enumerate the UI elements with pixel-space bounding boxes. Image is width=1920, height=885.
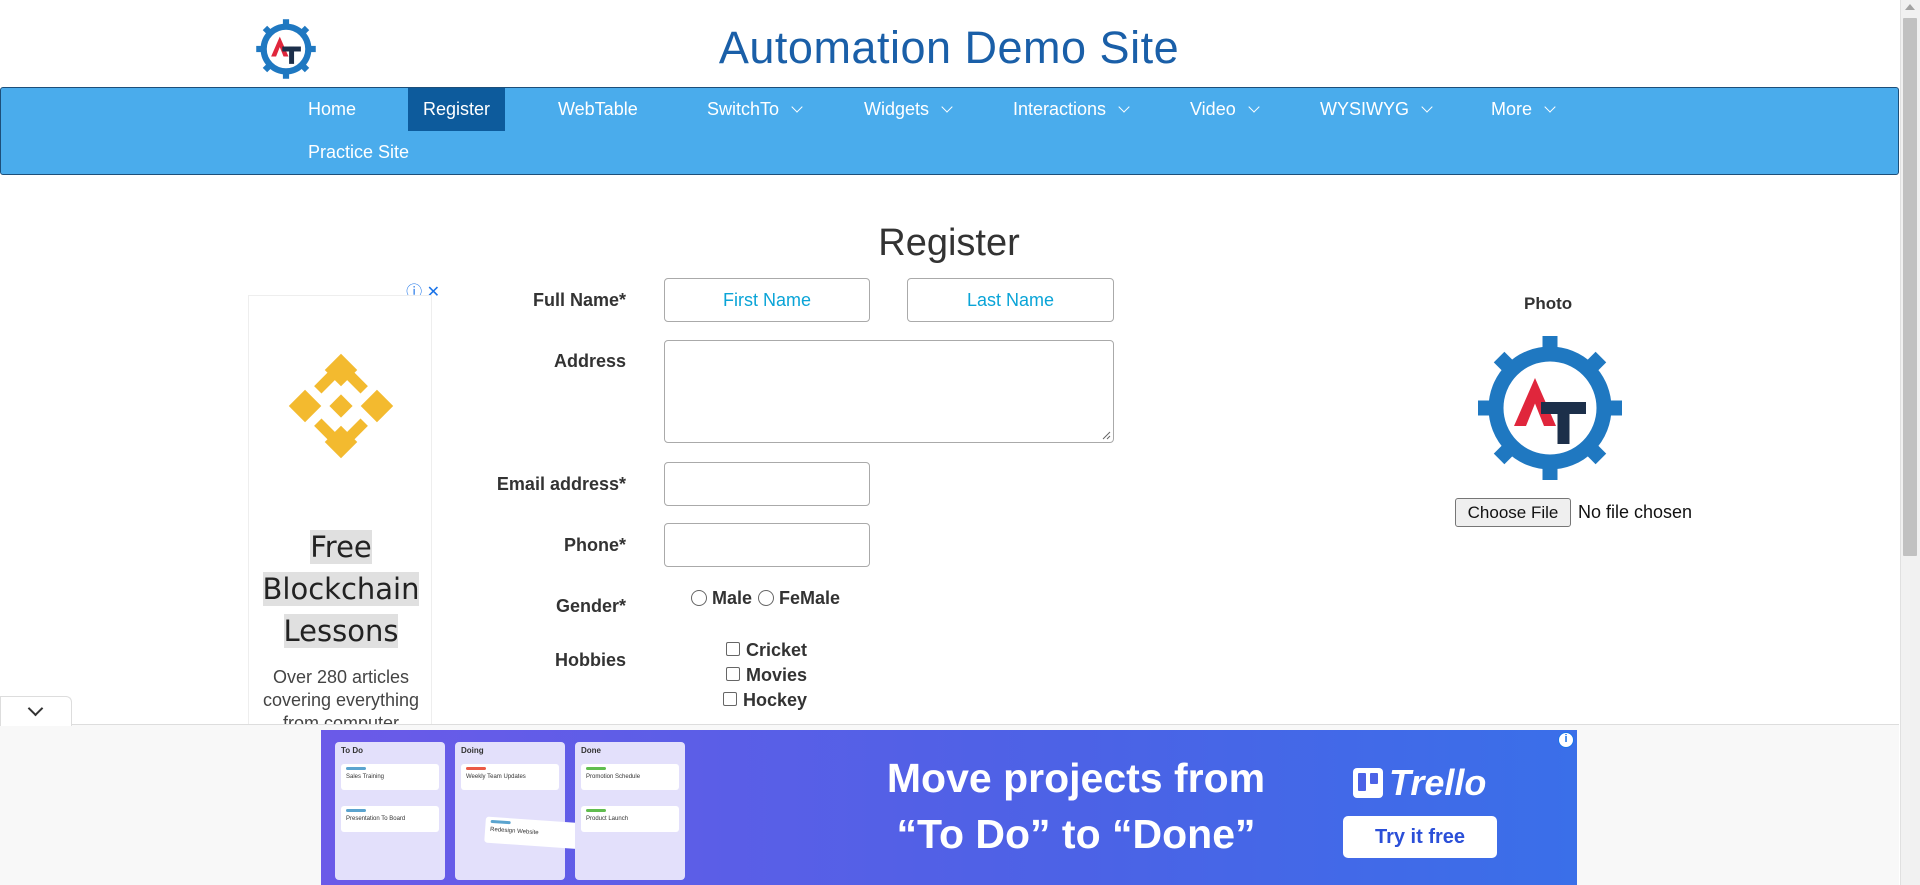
nav-home[interactable]: Home	[293, 88, 371, 131]
chevron-down-icon	[1248, 101, 1260, 113]
nav-webtable-label: WebTable	[558, 99, 638, 119]
address-label: Address	[553, 351, 626, 371]
page-title: Register	[878, 222, 1020, 264]
nav-more[interactable]: More	[1476, 88, 1569, 131]
nav-practice-site-label: Practice Site	[308, 142, 410, 162]
ad-info-icon[interactable]: i	[1558, 732, 1574, 748]
board-column: Doing Weekly Team Updates Redesign Websi…	[455, 742, 586, 880]
main-navbar: Home Register WebTable SwitchTo Widgets …	[0, 87, 1899, 175]
board-column-title: To Do	[341, 746, 364, 755]
nav-wysiwyg[interactable]: WYSIWYG	[1305, 88, 1446, 131]
nav-widgets-label: Widgets	[864, 99, 930, 119]
banner-headline: Move projects from “To Do” to “Done”	[821, 750, 1331, 862]
hobby-hockey-label[interactable]: Hockey	[743, 690, 807, 711]
full-name-label: Full Name*	[532, 290, 626, 310]
ad-left-title-line: Blockchain	[262, 572, 420, 606]
chevron-down-icon	[1544, 101, 1556, 113]
nav-video-label: Video	[1190, 99, 1236, 119]
board-card-text: Sales Training	[346, 774, 385, 780]
board-card: Sales Training	[341, 764, 439, 790]
collapse-ad-button[interactable]	[0, 696, 72, 726]
nav-register[interactable]: Register	[408, 88, 505, 131]
banner-headline-line: Move projects from	[886, 755, 1266, 801]
nav-switchto[interactable]: SwitchTo	[692, 88, 816, 131]
scroll-thumb[interactable]	[1903, 18, 1917, 556]
nav-more-label: More	[1491, 99, 1533, 119]
board-column-title: Doing	[461, 746, 484, 755]
last-name-input[interactable]: Last Name	[907, 278, 1114, 322]
binance-logo-icon	[288, 353, 394, 459]
choose-file-button[interactable]: Choose File	[1455, 498, 1571, 527]
board-column: To Do Sales Training Presentation To Boa…	[335, 742, 445, 880]
nav-interactions-label: Interactions	[1013, 99, 1107, 119]
ad-left-title-line: Free	[310, 530, 372, 564]
nav-register-label: Register	[423, 99, 491, 119]
chevron-down-icon	[941, 101, 953, 113]
phone-label: Phone*	[563, 535, 626, 555]
board-card-text: Product Launch	[586, 816, 629, 822]
board-column: Done Promotion Schedule Product Launch	[575, 742, 685, 880]
nav-interactions[interactable]: Interactions	[998, 88, 1143, 131]
banner-headline-line: “To Do” to “Done”	[896, 811, 1256, 857]
first-name-input[interactable]: First Name	[664, 278, 870, 322]
board-card-text: Weekly Team Updates	[466, 774, 526, 780]
trello-logo-icon	[1353, 768, 1383, 798]
gender-male-label[interactable]: Male	[712, 588, 752, 609]
phone-input[interactable]	[664, 523, 870, 567]
hobby-cricket-label[interactable]: Cricket	[746, 640, 807, 661]
ad-left-title-line: Lessons	[283, 614, 399, 648]
board-card: Presentation To Board	[341, 806, 439, 832]
chevron-down-icon	[791, 101, 803, 113]
email-label: Email address*	[496, 474, 626, 494]
nav-practice-site[interactable]: Practice Site	[293, 131, 424, 174]
gender-male-radio[interactable]	[691, 590, 707, 606]
board-card-text: Presentation To Board	[346, 816, 406, 822]
board-card: Promotion Schedule	[581, 764, 679, 790]
trello-brand-text: Trello	[1389, 762, 1487, 803]
resize-handle-icon[interactable]	[1101, 430, 1111, 440]
ad-left-card[interactable]: Free Blockchain Lessons Over 280 article…	[248, 295, 432, 735]
page-scrollbar[interactable]	[1900, 0, 1920, 885]
trello-banner-ad[interactable]: To Do Sales Training Presentation To Boa…	[321, 730, 1577, 885]
nav-widgets[interactable]: Widgets	[849, 88, 966, 131]
hobbies-label: Hobbies	[554, 650, 626, 670]
board-card: Product Launch	[581, 806, 679, 832]
chevron-down-icon	[1118, 101, 1130, 113]
hobby-hockey-checkbox[interactable]	[723, 692, 737, 706]
hobby-movies-label[interactable]: Movies	[746, 665, 807, 686]
board-card: Redesign Website	[484, 816, 586, 850]
board-card-text: Promotion Schedule	[586, 774, 641, 780]
board-card: Weekly Team Updates	[461, 764, 559, 790]
address-textarea[interactable]	[664, 340, 1114, 443]
chevron-down-icon	[1421, 101, 1433, 113]
photo-label: Photo	[1524, 294, 1573, 313]
chevron-down-icon	[27, 700, 44, 717]
board-card-text: Redesign Website	[489, 826, 539, 837]
nav-webtable[interactable]: WebTable	[543, 88, 653, 131]
scroll-up-arrow-icon[interactable]	[1905, 4, 1915, 10]
nav-switchto-label: SwitchTo	[707, 99, 780, 119]
nav-home-label: Home	[308, 99, 357, 119]
no-file-text: No file chosen	[1578, 502, 1693, 522]
gender-female-radio[interactable]	[758, 590, 774, 606]
ad-left[interactable]: ⓘ ✕ Free Blockchain Lessons Over 280 art…	[237, 278, 442, 735]
gender-label: Gender*	[555, 596, 626, 616]
try-it-free-button[interactable]: Try it free	[1343, 816, 1497, 858]
nav-video[interactable]: Video	[1175, 88, 1273, 131]
email-input[interactable]	[664, 462, 870, 506]
photo-preview-logo	[1478, 336, 1622, 480]
board-column-title: Done	[581, 746, 601, 755]
hobby-cricket-checkbox[interactable]	[726, 642, 740, 656]
gender-female-label[interactable]: FeMale	[779, 588, 840, 609]
site-title: Automation Demo Site	[718, 22, 1180, 73]
nav-wysiwyg-label: WYSIWYG	[1320, 99, 1409, 119]
ad-left-title: Free Blockchain Lessons	[249, 526, 433, 652]
hobby-movies-checkbox[interactable]	[726, 667, 740, 681]
